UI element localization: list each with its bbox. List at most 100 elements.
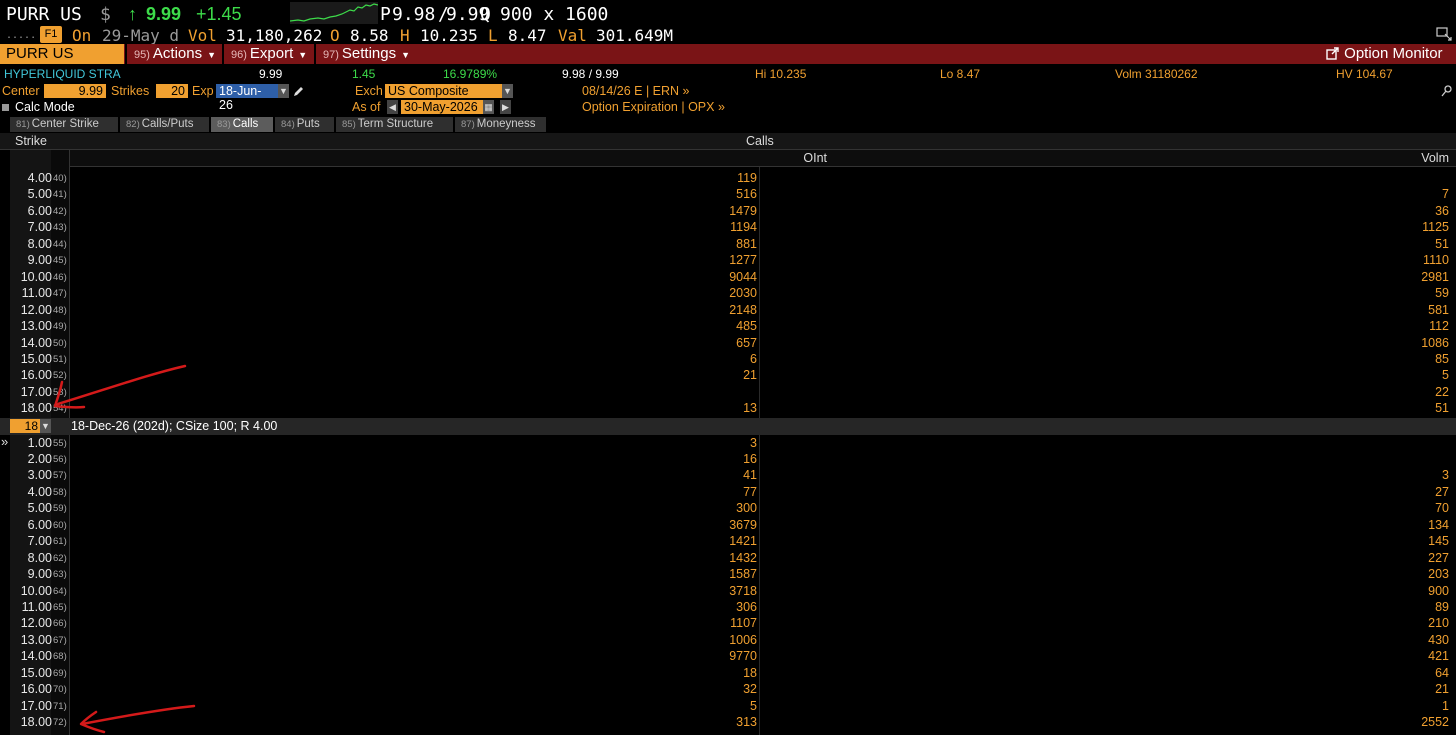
exch-field[interactable]: US Composite xyxy=(385,84,502,98)
expiry-label: 18-Dec-26 (202d); CSize 100; R 4.00 xyxy=(71,419,278,433)
center-label: Center xyxy=(2,84,40,98)
table-row[interactable]: 14.00 68) 9770 421 xyxy=(0,648,1456,665)
menu-bar: PURR US Equity 95) Actions ▼ 96) Export ▼ 97… xyxy=(0,44,1456,82)
tab-calls-puts[interactable]: 82) Calls/Puts xyxy=(120,117,209,132)
table-row[interactable]: 8.00 44) 881 51 xyxy=(0,236,1456,253)
settings-menu[interactable]: 97) Settings ▼ xyxy=(317,44,413,64)
strike-cell: 8.00 xyxy=(27,236,52,251)
grid-subheader: OInt Volm xyxy=(70,150,1456,167)
table-row[interactable]: 5.00 41) 516 7 xyxy=(0,186,1456,203)
table-row[interactable]: 6.00 60) 3679 134 xyxy=(0,517,1456,534)
table-row[interactable]: 5.00 59) 300 70 xyxy=(0,500,1456,517)
oint-cell: 2148 xyxy=(729,302,757,317)
oint-cell: 6 xyxy=(750,351,757,366)
row-number: 46) xyxy=(53,271,67,283)
table-row[interactable]: 16.00 52) 21 5 xyxy=(0,367,1456,384)
vol-label: Vol xyxy=(188,26,217,45)
strike-header[interactable]: Strike xyxy=(15,134,47,148)
option-monitor-title[interactable]: Option Monitor xyxy=(1320,44,1456,64)
table-row[interactable]: 14.00 50) 657 1086 xyxy=(0,335,1456,352)
oint-cell: 3718 xyxy=(729,583,757,598)
pencil-icon[interactable] xyxy=(292,84,304,98)
table-row[interactable]: 15.00 51) 6 85 xyxy=(0,351,1456,368)
calc-mode-checkbox[interactable] xyxy=(2,104,9,111)
volm-cell: 22 xyxy=(1435,384,1449,399)
row-number: 57) xyxy=(53,470,67,482)
expiry-dropdown-icon[interactable]: ▼ xyxy=(40,419,51,433)
table-row[interactable]: 11.00 47) 2030 59 xyxy=(0,285,1456,302)
oint-header[interactable]: OInt xyxy=(803,151,827,165)
row-number: 66) xyxy=(53,618,67,630)
option-expiration-link[interactable]: Option Expiration | OPX » xyxy=(582,100,725,115)
table-row[interactable]: 10.00 46) 9044 2981 xyxy=(0,269,1456,286)
table-row[interactable]: 8.00 62) 1432 227 xyxy=(0,550,1456,567)
security-name[interactable]: HYPERLIQUID STRA xyxy=(4,67,121,81)
exch-dropdown-icon[interactable]: ▼ xyxy=(502,84,513,98)
window-resize-icon[interactable] xyxy=(1436,27,1452,41)
oint-cell: 77 xyxy=(743,484,757,499)
table-row[interactable]: 16.00 70) 32 21 xyxy=(0,681,1456,698)
table-row[interactable]: 4.00 58) 77 27 xyxy=(0,484,1456,501)
table-row[interactable]: 18.00 72) 313 2552 xyxy=(0,714,1456,731)
pin-icon[interactable] xyxy=(1440,84,1454,98)
table-row[interactable]: 18.00 54) 13 51 xyxy=(0,400,1456,417)
date-prev-icon[interactable]: ◀ xyxy=(387,100,398,114)
security-button[interactable]: PURR US Equity xyxy=(0,44,124,82)
table-row[interactable]: 2.00 56) 16 xyxy=(0,451,1456,468)
table-row[interactable]: 13.00 67) 1006 430 xyxy=(0,632,1456,649)
asof-field[interactable]: 30-May-2026 xyxy=(401,100,483,114)
center-field[interactable]: 9.99 xyxy=(44,84,106,98)
table-row[interactable]: 13.00 49) 485 112 xyxy=(0,318,1456,335)
table-row[interactable]: 15.00 69) 18 64 xyxy=(0,665,1456,682)
table-row[interactable]: 12.00 66) 1107 210 xyxy=(0,615,1456,632)
strike-cell: 9.00 xyxy=(27,253,52,268)
date-next-icon[interactable]: ▶ xyxy=(500,100,511,114)
table-row[interactable]: 17.00 53) 22 xyxy=(0,384,1456,401)
asof-label: As of xyxy=(352,100,381,114)
tab-label: Center Strike xyxy=(31,118,99,130)
volm-cell: 203 xyxy=(1428,567,1449,582)
table-row[interactable]: 3.00 57) 41 3 xyxy=(0,467,1456,484)
volm-header[interactable]: Volm xyxy=(1421,151,1449,165)
tab-term-structure[interactable]: 85) Term Structure xyxy=(336,117,453,132)
exp-dropdown-icon[interactable]: ▼ xyxy=(278,84,289,98)
oint-cell: 1194 xyxy=(730,220,757,235)
strike-cell: 12.00 xyxy=(20,302,52,317)
table-row[interactable]: 10.00 64) 3718 900 xyxy=(0,583,1456,600)
ticker-label[interactable]: PURR US xyxy=(6,4,82,25)
volm-cell: 1 xyxy=(1442,698,1449,713)
table-row[interactable]: 7.00 61) 1421 145 xyxy=(0,533,1456,550)
tab-puts[interactable]: 84) Puts xyxy=(275,117,334,132)
tab-calls[interactable]: 83) Calls xyxy=(211,117,273,132)
strike-cell: 17.00 xyxy=(20,384,52,399)
table-row[interactable]: 17.00 71) 5 1 xyxy=(0,698,1456,715)
strike-cell: 5.00 xyxy=(27,187,52,202)
oint-cell: 516 xyxy=(736,187,757,202)
exp-field[interactable]: 18-Jun-26 xyxy=(216,84,278,112)
actions-menu[interactable]: 95) Actions ▼ xyxy=(128,44,220,64)
table-row[interactable]: 9.00 45) 1277 1110 xyxy=(0,252,1456,269)
table-row[interactable]: 12.00 48) 2148 581 xyxy=(0,302,1456,319)
tab-center-strike[interactable]: 81) Center Strike xyxy=(10,117,118,132)
exch-label: Exch xyxy=(355,84,383,98)
oint-cell: 1587 xyxy=(729,567,757,582)
strikes-field[interactable]: 20 xyxy=(156,84,188,98)
expiry-selector[interactable]: 18 xyxy=(10,419,40,433)
table-row[interactable]: 7.00 43) 1194 1125 xyxy=(0,219,1456,236)
oint-cell: 657 xyxy=(736,335,757,350)
table-row[interactable]: 4.00 40) 119 xyxy=(0,170,1456,187)
table-row[interactable]: 11.00 65) 306 89 xyxy=(0,599,1456,616)
table-row[interactable]: 9.00 63) 1587 203 xyxy=(0,566,1456,583)
volm-cell: 2552 xyxy=(1421,715,1449,730)
oint-cell: 2030 xyxy=(729,286,757,301)
volm-cell: 1125 xyxy=(1422,220,1449,235)
table-row[interactable]: 6.00 42) 1479 36 xyxy=(0,203,1456,220)
info-low: Lo 8.47 xyxy=(940,67,981,81)
earnings-link[interactable]: 08/14/26 E | ERN » xyxy=(582,84,689,99)
function-icon[interactable]: F1 xyxy=(40,26,62,43)
expiry-group-header[interactable]: 18 ▼ 18-Dec-26 (202d); CSize 100; R 4.00 xyxy=(0,418,1456,435)
tab-moneyness[interactable]: 87) Moneyness xyxy=(455,117,546,132)
table-row[interactable]: 1.00 55) 3 xyxy=(0,435,1456,452)
calendar-icon[interactable]: ▦ xyxy=(483,100,494,114)
export-menu[interactable]: 96) Export ▼ xyxy=(225,44,313,64)
